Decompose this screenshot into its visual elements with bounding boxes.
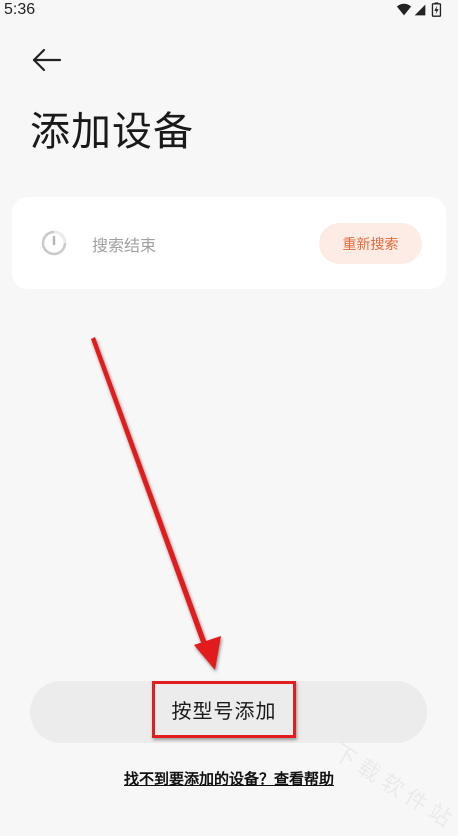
research-button[interactable]: 重新搜索	[319, 223, 422, 264]
arrow-left-icon	[32, 48, 62, 72]
back-button[interactable]	[26, 44, 66, 76]
status-time: 5:36	[4, 1, 36, 18]
search-status-card: 搜索结束 重新搜索	[12, 197, 446, 289]
signal-icon	[414, 4, 426, 16]
loading-spinner-icon	[41, 230, 67, 256]
add-by-model-label: 按型号添加	[171, 699, 277, 723]
page-title: 添加设备	[30, 109, 194, 155]
status-bar: 5:36	[0, 0, 458, 22]
search-status-text: 搜索结束	[92, 236, 157, 255]
status-icons	[396, 2, 442, 17]
wifi-icon	[396, 3, 412, 16]
battery-charging-icon	[431, 2, 442, 17]
